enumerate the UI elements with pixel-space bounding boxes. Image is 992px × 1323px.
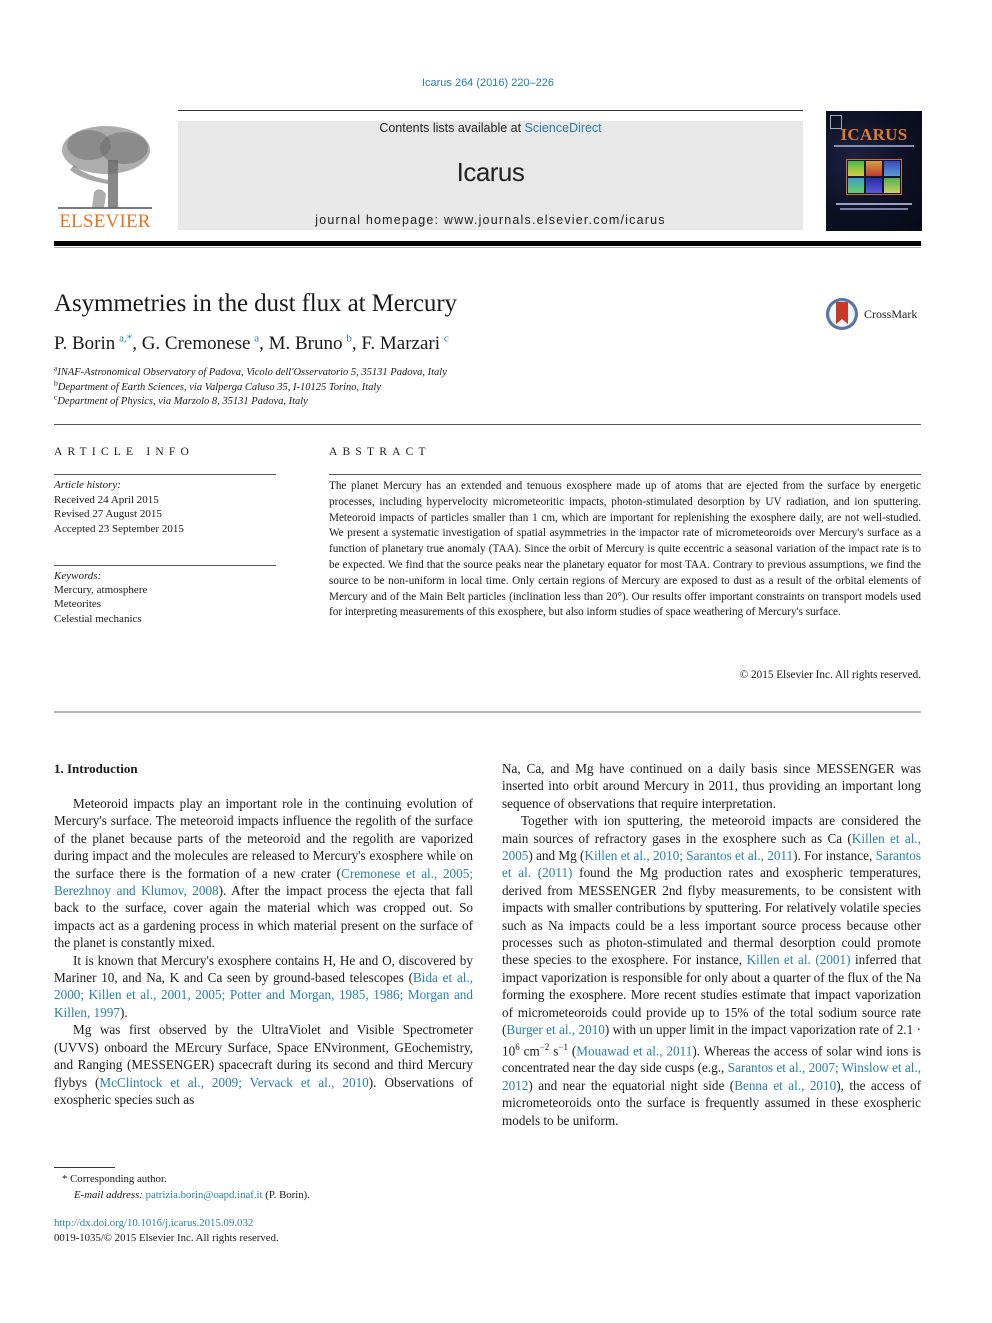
journal-banner: Contents lists available at ScienceDirec… xyxy=(178,121,803,230)
body-column-right: Na, Ca, and Mg have continued on a daily… xyxy=(502,760,921,1129)
journal-citation-link[interactable]: Icarus 264 (2016) 220–226 xyxy=(0,77,976,89)
abstract-text: The planet Mercury has an extended and t… xyxy=(329,480,921,619)
history-label: Article history: xyxy=(54,479,121,491)
paragraph: Meteoroid impacts play an important role… xyxy=(54,796,473,951)
article-info-heading: ARTICLE INFO xyxy=(54,446,194,458)
cover-subtitle-bar xyxy=(834,145,914,147)
journal-cover-image[interactable]: ICARUS xyxy=(826,111,922,231)
keyword-item: Meteorites xyxy=(54,598,102,611)
abstract-heading: ABSTRACT xyxy=(329,446,431,458)
keywords-label: Keywords: xyxy=(54,570,102,582)
cover-figure-grid xyxy=(846,159,902,195)
header-thin-rule xyxy=(54,247,921,248)
keywords: Keywords: Mercury, atmosphere Meteorites… xyxy=(54,569,147,626)
affiliation-item: aINAF-Astronomical Observatory of Padova… xyxy=(54,363,447,378)
author-name: P. Borin xyxy=(54,333,116,354)
divider xyxy=(54,565,276,566)
doi-link[interactable]: http://dx.doi.org/10.1016/j.icarus.2015.… xyxy=(54,1217,253,1229)
contents-prefix: Contents lists available at xyxy=(379,121,525,135)
citation-link[interactable]: Killen et al., 2010; Sarantos et al., 20… xyxy=(584,848,793,863)
contents-line: Contents lists available at ScienceDirec… xyxy=(178,121,803,135)
affiliation-link[interactable]: a xyxy=(254,333,259,345)
cover-text-bar xyxy=(836,203,912,205)
header-thick-rule xyxy=(54,241,921,246)
divider xyxy=(54,424,921,425)
affiliation-link[interactable]: c xyxy=(444,333,449,345)
history-received: Received 24 April 2015 xyxy=(54,493,159,506)
citation-link[interactable]: McClintock et al., 2009; Vervack et al.,… xyxy=(99,1075,368,1090)
paragraph: Na, Ca, and Mg have continued on a daily… xyxy=(502,761,921,811)
affiliation-item: bDepartment of Earth Sciences, via Valpe… xyxy=(54,378,381,393)
article-title: Asymmetries in the dust flux at Mercury xyxy=(54,290,457,317)
affiliation-item: cDepartment of Physics, via Marzolo 8, 3… xyxy=(54,392,308,407)
affiliation-link[interactable]: a,* xyxy=(119,333,132,345)
history-accepted: Accepted 23 September 2015 xyxy=(54,522,184,535)
crossmark-button[interactable]: CrossMark xyxy=(826,298,926,334)
issn-copyright: 0019-1035/© 2015 Elsevier Inc. All right… xyxy=(54,1232,279,1244)
paragraph: It is known that Mercury's exosphere con… xyxy=(54,952,473,1020)
history-revised: Revised 27 August 2015 xyxy=(54,508,162,521)
paragraph: Mg was first observed by the UltraViolet… xyxy=(54,1022,473,1107)
email-link[interactable]: patrizia.borin@oapd.inaf.it xyxy=(146,1189,263,1201)
author-list: P. Borin a,*, G. Cremonese a, M. Bruno b… xyxy=(54,332,449,354)
email-note: E-mail address: patrizia.borin@oapd.inaf… xyxy=(74,1189,310,1201)
citation-link[interactable]: Mouawad et al., 2011 xyxy=(576,1043,692,1058)
divider xyxy=(54,474,276,475)
citation-link[interactable]: Burger et al., 2010 xyxy=(506,1022,604,1037)
crossmark-label: CrossMark xyxy=(864,307,918,321)
affiliations: aINAF-Astronomical Observatory of Padova… xyxy=(54,363,447,410)
footnote-rule xyxy=(54,1167,115,1168)
journal-homepage-link[interactable]: journal homepage: www.journals.elsevier.… xyxy=(178,213,803,227)
keyword-item: Mercury, atmosphere xyxy=(54,584,148,597)
corresponding-author-note: * Corresponding author. xyxy=(62,1173,167,1185)
header-rule xyxy=(178,110,803,111)
elsevier-wordmark: ELSEVIER xyxy=(59,211,151,232)
section-heading: 1. Introduction xyxy=(54,761,138,776)
author-name: G. Cremonese xyxy=(141,333,251,354)
author-name: F. Marzari xyxy=(361,333,440,354)
section-divider xyxy=(54,711,921,713)
divider xyxy=(329,474,921,475)
article-history: Article history: Received 24 April 2015 … xyxy=(54,478,184,536)
keyword-item: Celestial mechanics xyxy=(54,612,142,625)
doi-block: http://dx.doi.org/10.1016/j.icarus.2015.… xyxy=(54,1216,279,1246)
sciencedirect-link[interactable]: ScienceDirect xyxy=(525,121,602,135)
cover-text-bar xyxy=(840,208,908,210)
citation-link[interactable]: Killen et al. (2001) xyxy=(747,952,851,967)
journal-name: Icarus xyxy=(456,157,525,187)
citation-link[interactable]: Benna et al., 2010 xyxy=(734,1078,836,1093)
abstract-copyright: © 2015 Elsevier Inc. All rights reserved… xyxy=(739,669,921,681)
affiliation-link[interactable]: b xyxy=(346,333,352,345)
cover-title: ICARUS xyxy=(840,125,908,144)
body-column-left: Meteoroid impacts play an important role… xyxy=(54,795,473,1108)
paragraph: Together with ion sputtering, the meteor… xyxy=(502,813,922,1128)
author-name: M. Bruno xyxy=(268,333,343,354)
footnotes: * Corresponding author. E-mail address: … xyxy=(54,1171,310,1203)
